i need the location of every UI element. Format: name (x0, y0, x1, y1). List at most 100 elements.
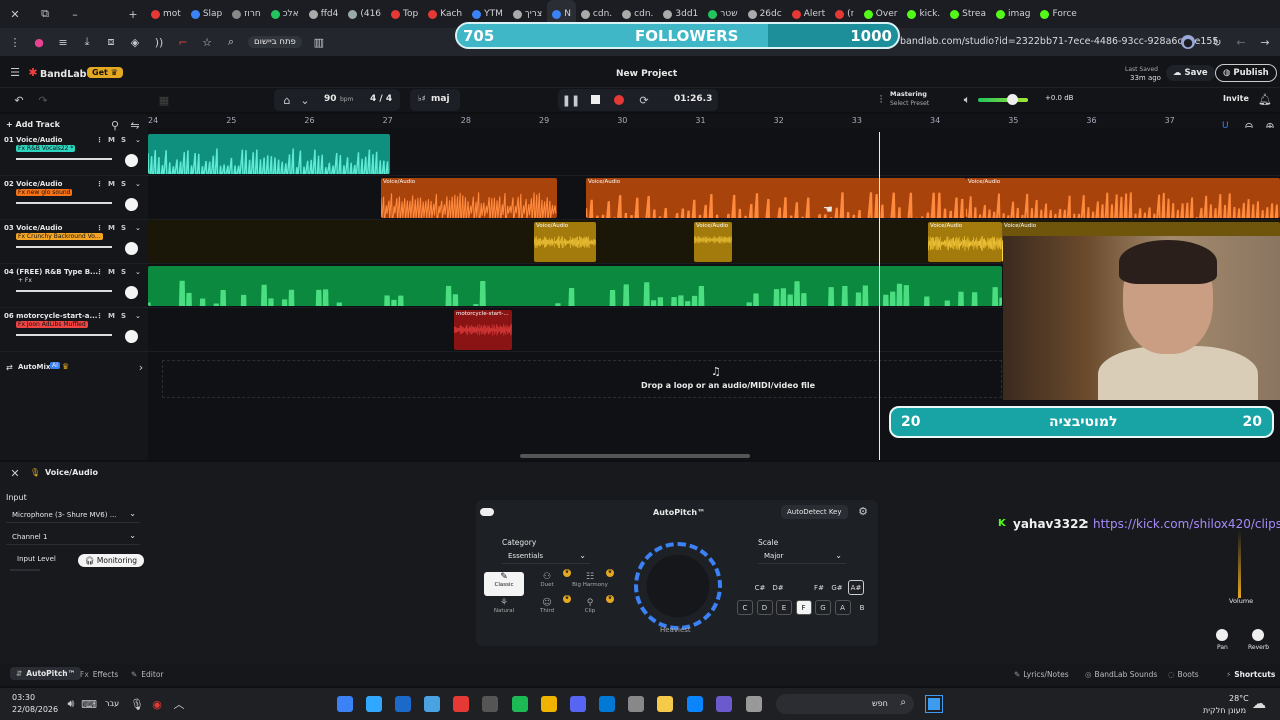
solo-button[interactable]: S (121, 312, 126, 320)
track-volume-slider[interactable] (16, 158, 112, 160)
autopitch-preset[interactable]: ☷ Big Harmony ♛ (570, 569, 614, 596)
bottom-tab[interactable]: ✎ Editor (131, 670, 164, 679)
bottom-tab[interactable]: ⚡ Shortcuts (1226, 670, 1275, 679)
tab-actions-icon[interactable]: ⧉ (38, 7, 52, 21)
track-volume-slider[interactable] (16, 334, 112, 336)
speaker-mute-icon[interactable]: 🔈︎ (960, 93, 974, 107)
taskbar-app-icon[interactable] (512, 696, 528, 712)
time-signature[interactable]: 4 / 4 (370, 94, 392, 104)
key-group[interactable]: ♭♯ maj (410, 89, 460, 111)
browser-tab[interactable]: Slap (186, 0, 227, 28)
track-pan-knob[interactable] (125, 330, 138, 343)
publish-button[interactable]: ◍ Publish (1215, 64, 1277, 82)
menu-dots-icon[interactable]: ⋮ (8, 35, 22, 49)
pan-knob[interactable] (1216, 629, 1228, 641)
playlist-icon[interactable]: ≡ (56, 35, 70, 49)
open-in-app-chip[interactable]: פתח ביישום (248, 36, 302, 48)
sharp-key[interactable]: G# (829, 580, 845, 595)
solo-button[interactable]: S (121, 268, 126, 276)
taskbar-app-icon[interactable] (716, 696, 732, 712)
sharp-key[interactable]: F# (811, 580, 827, 595)
monitoring-button[interactable]: 🎧︎ Monitoring (78, 554, 145, 567)
search-icon[interactable]: ⌕ (224, 35, 238, 49)
autopitch-preset[interactable]: ⚇ Duet ♛ (527, 569, 571, 596)
browser-tab[interactable]: (416 (343, 0, 386, 28)
mastering-icon[interactable]: ⫶ (874, 93, 888, 107)
reload-icon[interactable]: ↻ (1210, 35, 1224, 49)
browser-tab[interactable]: Top (386, 0, 423, 28)
autopitch-toggle[interactable] (480, 508, 494, 516)
track-menu-chevron-icon[interactable]: ⌄ (135, 180, 141, 188)
mixer-icon[interactable]: ⇋ (128, 118, 142, 132)
forward-arrow-icon[interactable]: → (1258, 35, 1272, 49)
project-title[interactable]: New Project (616, 69, 677, 79)
taskbar-app-icon[interactable] (337, 696, 353, 712)
autopitch-preset[interactable]: ⚘ Natural (484, 598, 524, 622)
track-more-icon[interactable]: ⋮ (96, 268, 103, 276)
weather-text[interactable]: מעונן חלקית (1203, 706, 1246, 715)
redo-icon[interactable]: ↷ (36, 93, 50, 107)
chat-link[interactable]: https://kick.com/shilox420/clips (1093, 517, 1280, 531)
mute-button[interactable]: M (108, 180, 115, 188)
track-pan-knob[interactable] (125, 242, 138, 255)
track-name[interactable]: 01 Voice/Audio (4, 136, 63, 144)
autopitch-preset[interactable]: ☺ Third ♛ (527, 595, 571, 622)
master-volume-thumb[interactable] (1007, 94, 1018, 105)
track-pan-knob[interactable] (125, 198, 138, 211)
horizontal-scrollbar[interactable] (520, 454, 750, 458)
download-icon[interactable]: ⤓ (80, 35, 94, 49)
taskbar-app-icon[interactable] (570, 696, 586, 712)
mastering-label[interactable]: Mastering (890, 90, 927, 98)
bottom-tab[interactable]: ✎ Lyrics/Notes (1014, 670, 1069, 679)
audio-clip[interactable] (148, 266, 1002, 306)
loop-icon[interactable]: ⟳ (637, 93, 651, 107)
track-header[interactable]: 02 Voice/Audio Fx new glo sound M S ⌄ ⋮ (0, 176, 148, 220)
grid-view-icon[interactable]: ▦ (157, 93, 171, 107)
track-header[interactable]: 01 Voice/Audio Fx R&B Vocals22 * M S ⌄ ⋮ (0, 132, 148, 176)
track-more-icon[interactable]: ⋮ (96, 136, 103, 144)
drop-zone[interactable]: ♫ Drop a loop or an audio/MIDI/video fil… (162, 360, 1002, 398)
natural-key[interactable]: G (815, 600, 831, 615)
invite-button[interactable]: Invite (1223, 94, 1249, 103)
sharp-key[interactable]: A# (848, 580, 864, 595)
taskbar-app-icon[interactable] (424, 696, 440, 712)
mute-button[interactable]: M (108, 136, 115, 144)
track-volume-slider[interactable] (16, 246, 112, 248)
track-fx-chip[interactable]: Fx Joon AdLibs Muffled (16, 321, 88, 328)
track-pan-knob[interactable] (125, 154, 138, 167)
record-tray-icon[interactable]: ◉ (150, 697, 164, 711)
metronome-icon[interactable]: ⌂ (280, 93, 294, 107)
taskbar-app-icon[interactable] (541, 696, 557, 712)
undo-icon[interactable]: ↶ (12, 93, 26, 107)
audio-clip[interactable]: motorcycle-start-... (454, 310, 512, 350)
reader-icon[interactable]: ▥ (312, 35, 326, 49)
track-volume-slider[interactable] (16, 202, 112, 204)
track-menu-chevron-icon[interactable]: ⌄ (135, 136, 141, 144)
automix-label[interactable]: AutoMix (18, 363, 50, 371)
settings-sliders-icon[interactable]: ⚙ (856, 504, 870, 518)
browser-tab[interactable]: ffd4 (304, 0, 344, 28)
sharp-key[interactable]: C# (752, 580, 768, 595)
natural-key[interactable]: E (776, 600, 792, 615)
autodetect-key-button[interactable]: AutoDetect Key (781, 505, 848, 519)
mute-button[interactable]: M (108, 224, 115, 232)
track-fx-chip[interactable]: + Fx (16, 277, 34, 284)
pitch-strength-knob[interactable] (634, 542, 722, 630)
mute-button[interactable]: M (108, 312, 115, 320)
bottom-tab[interactable]: ⇵ AutoPitch™ (10, 667, 82, 680)
bottom-tab[interactable]: Fx Effects (80, 670, 118, 679)
bookmark-star-icon[interactable]: ☆ (200, 35, 214, 49)
track-name[interactable]: 03 Voice/Audio (4, 224, 63, 232)
chevron-right-icon[interactable]: › (134, 360, 148, 374)
taskbar-app-icon[interactable] (482, 696, 498, 712)
track-menu-chevron-icon[interactable]: ⌄ (135, 268, 141, 276)
browser-tab[interactable]: Force (1035, 0, 1081, 28)
audio-clip[interactable] (148, 134, 390, 174)
browser-tab[interactable]: Strea (945, 0, 991, 28)
track-header[interactable]: 03 Voice/Audio Fx Crunchy Backround Vo...… (0, 220, 148, 264)
address-url[interactable]: bandlab.com/studio?id=2322bb71-7ece-4486… (900, 36, 1219, 47)
natural-key[interactable]: A (834, 600, 851, 615)
track-fx-chip[interactable]: Fx new glo sound (16, 189, 73, 196)
volume-tray-icon[interactable]: 🔊︎ (64, 697, 78, 711)
taskbar-app-icon[interactable] (453, 696, 469, 712)
